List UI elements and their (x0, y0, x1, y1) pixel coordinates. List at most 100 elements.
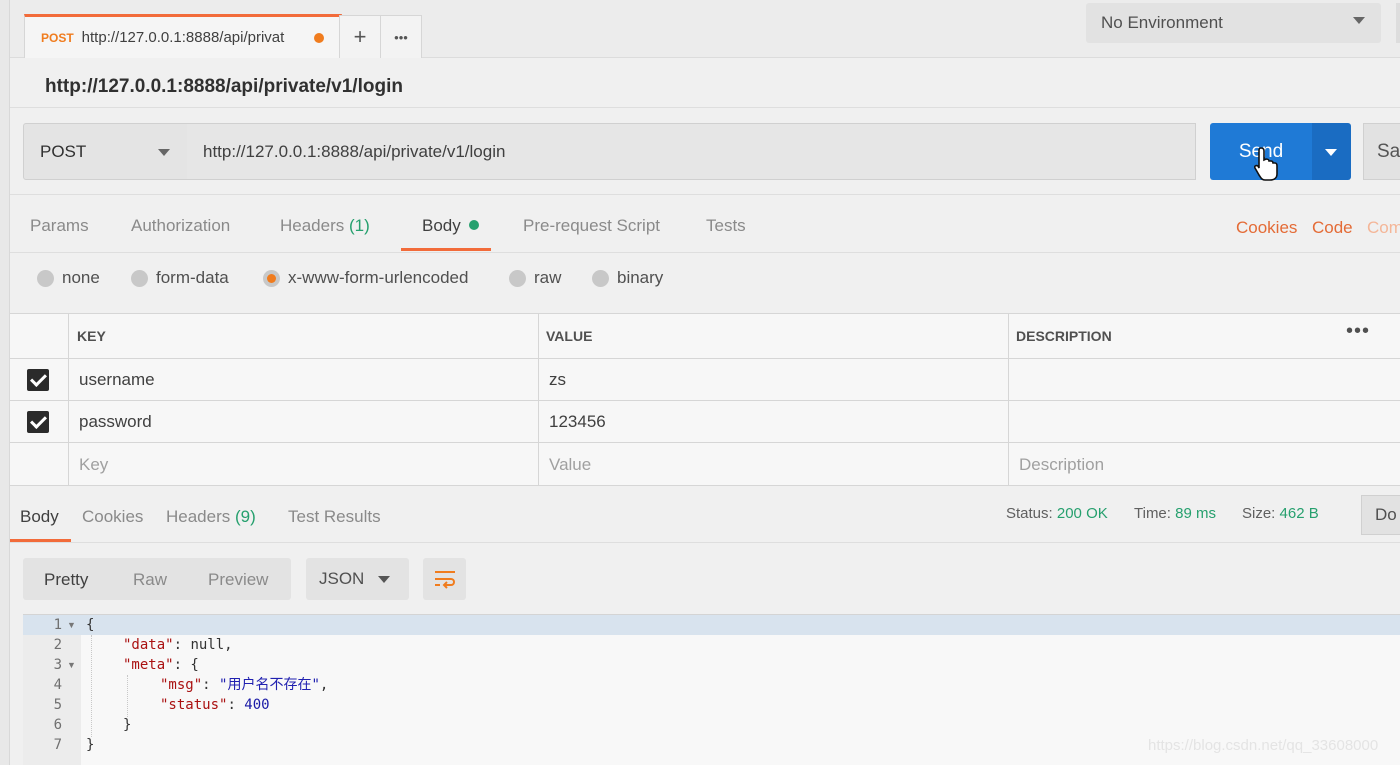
save-button[interactable]: Sa (1363, 123, 1400, 180)
radio-binary[interactable]: binary (592, 268, 663, 288)
pretty-button[interactable]: Pretty (44, 570, 88, 590)
code-link[interactable]: Code (1312, 218, 1353, 238)
json-key: "data" (123, 637, 174, 653)
line-number: 2 (53, 637, 62, 653)
raw-button[interactable]: Raw (133, 570, 167, 590)
line-number: 5 (53, 697, 62, 713)
key-cell[interactable]: password (69, 401, 539, 443)
radio-none-label: none (62, 268, 100, 287)
fold-arrow-icon[interactable]: ▼ (67, 620, 76, 630)
column-header-value: VALUE (539, 314, 1009, 359)
cookies-link[interactable]: Cookies (1236, 218, 1297, 238)
method-select[interactable]: POST (23, 123, 188, 180)
description-cell[interactable] (1009, 401, 1400, 443)
send-options-button[interactable] (1312, 123, 1351, 180)
status-label: Status: (1006, 505, 1053, 522)
chevron-down-icon (158, 149, 170, 156)
radio-raw[interactable]: raw (509, 268, 561, 288)
divider (10, 107, 1400, 108)
hand-pointer-icon (1254, 147, 1278, 181)
tab-prerequest-script[interactable]: Pre-request Script (523, 216, 660, 236)
line-number: 1 (53, 617, 62, 633)
json-value: "用户名不存在" (219, 677, 320, 693)
response-tab-body[interactable]: Body (20, 507, 59, 527)
line-number: 4 (53, 677, 62, 693)
table-options-icon[interactable]: ••• (1346, 320, 1370, 343)
response-size: Size: 462 B (1242, 505, 1319, 522)
request-title: http://127.0.0.1:8888/api/private/v1/log… (45, 76, 403, 97)
environment-select[interactable]: No Environment (1086, 3, 1381, 43)
new-tab-button[interactable]: + (339, 15, 381, 58)
preview-button[interactable]: Preview (208, 570, 268, 590)
tab-tests[interactable]: Tests (706, 216, 746, 236)
key-cell[interactable]: username (69, 359, 539, 401)
description-placeholder-cell[interactable]: Description (1009, 443, 1400, 486)
response-tab-test-results[interactable]: Test Results (288, 507, 381, 527)
radio-form-data-label: form-data (156, 268, 229, 287)
key-placeholder-cell[interactable]: Key (69, 443, 539, 486)
table-row-empty-check (10, 443, 69, 486)
json-value: 400 (244, 697, 270, 713)
tab-headers[interactable]: Headers (1) (280, 216, 370, 236)
radio-raw-label: raw (534, 268, 562, 287)
wrap-lines-icon (434, 571, 455, 589)
download-label: Do (1375, 505, 1397, 524)
fold-arrow-icon[interactable]: ▼ (67, 660, 76, 670)
response-tab-cookies[interactable]: Cookies (82, 507, 143, 527)
divider (10, 252, 1400, 253)
column-header-key: KEY (69, 314, 539, 359)
postman-window: POST http://127.0.0.1:8888/api/privat + … (0, 0, 1400, 765)
response-time: Time: 89 ms (1134, 505, 1216, 522)
watermark: https://blog.csdn.net/qq_33608000 (1148, 737, 1379, 754)
radio-circle-icon (37, 269, 54, 287)
json-line: "status": 400 (160, 697, 270, 713)
wrap-lines-button[interactable] (423, 558, 466, 600)
value-cell[interactable]: zs (539, 359, 1009, 401)
radio-selected-icon (263, 269, 280, 287)
url-input[interactable] (187, 123, 1196, 180)
indent-guide (91, 635, 92, 737)
format-select[interactable]: JSON (306, 558, 409, 600)
tab-method-label: POST (41, 30, 74, 45)
tab-options-button[interactable]: ••• (380, 15, 422, 58)
tab-params[interactable]: Params (30, 216, 89, 236)
radio-form-data[interactable]: form-data (131, 268, 229, 288)
time-value: 89 ms (1175, 505, 1216, 522)
tab-url-label: http://127.0.0.1:8888/api/privat (81, 29, 285, 46)
response-status: Status: 200 OK (1006, 505, 1108, 522)
checkbox-checked-icon (27, 368, 49, 391)
active-line-highlight (23, 615, 1400, 635)
tab-body[interactable]: Body (422, 216, 479, 236)
value-placeholder-cell[interactable]: Value (539, 443, 1009, 486)
table-row-checkbox[interactable] (10, 359, 69, 401)
divider (10, 194, 1400, 195)
more-icon: ••• (394, 29, 408, 45)
radio-none[interactable]: none (37, 268, 100, 288)
divider (10, 542, 1400, 543)
environment-quicklook-button[interactable] (1396, 3, 1400, 43)
plus-icon: + (353, 24, 367, 49)
format-label: JSON (319, 569, 365, 588)
save-label: Sa (1377, 140, 1400, 162)
request-tab[interactable]: POST http://127.0.0.1:8888/api/privat (24, 14, 342, 58)
json-line: "msg": "用户名不存在", (160, 677, 329, 693)
download-button[interactable]: Do (1361, 495, 1400, 535)
active-tab-underline (401, 248, 491, 251)
body-indicator-dot-icon (468, 220, 479, 230)
radio-circle-icon (592, 269, 609, 287)
radio-urlencoded[interactable]: x-www-form-urlencoded (263, 268, 468, 288)
response-tab-headers[interactable]: Headers (9) (166, 507, 256, 527)
tab-body-label: Body (422, 216, 461, 235)
sidebar-edge (0, 0, 10, 765)
method-label: POST (40, 141, 87, 161)
comments-link[interactable]: Com (1367, 218, 1400, 238)
description-cell[interactable] (1009, 359, 1400, 401)
json-key: "msg" (160, 677, 203, 693)
radio-urlencoded-label: x-www-form-urlencoded (288, 268, 469, 287)
value-cell[interactable]: 123456 (539, 401, 1009, 443)
table-row-checkbox[interactable] (10, 401, 69, 443)
radio-binary-label: binary (617, 268, 664, 287)
tab-authorization[interactable]: Authorization (131, 216, 230, 236)
status-value: 200 OK (1056, 505, 1108, 522)
table-header-check (10, 314, 69, 359)
